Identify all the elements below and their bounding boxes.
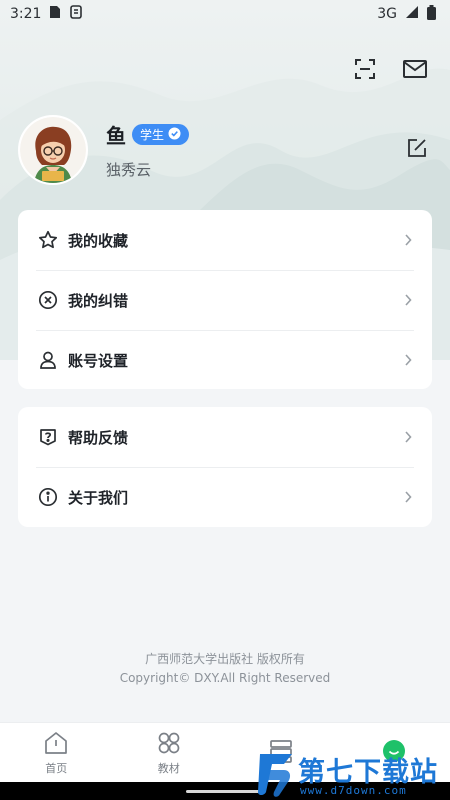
nav-tab-label: 教材 bbox=[157, 761, 180, 775]
mail-icon bbox=[403, 59, 427, 83]
home-icon bbox=[43, 730, 69, 756]
copyright-line-1: 广西师范大学出版社 版权所有 bbox=[145, 652, 305, 666]
profile-info: 鱼 学生 独秀云 bbox=[106, 120, 404, 180]
menu-card-primary: 我的收藏 我的纠错 账号设置 bbox=[18, 210, 432, 389]
signal-icon bbox=[405, 5, 419, 23]
menu-item-help-feedback[interactable]: 帮助反馈 bbox=[18, 407, 432, 467]
status-bar: 3:21 3G bbox=[0, 0, 450, 28]
star-icon bbox=[38, 230, 58, 250]
nav-tab-label: 首页 bbox=[45, 761, 68, 775]
role-badge: 学生 bbox=[132, 124, 190, 145]
nav-tab-textbooks[interactable]: 教材 bbox=[113, 723, 226, 782]
top-actions bbox=[352, 58, 428, 84]
textbook-icon bbox=[156, 730, 182, 756]
watermark: 第七下载站 www.d7down.com bbox=[254, 748, 448, 800]
edit-icon bbox=[407, 138, 427, 162]
menu-item-label: 我的收藏 bbox=[68, 231, 129, 250]
battery-icon bbox=[427, 4, 436, 24]
chevron-right-icon bbox=[402, 491, 414, 503]
chevron-right-icon bbox=[402, 354, 414, 366]
menu-item-favorites[interactable]: 我的收藏 bbox=[18, 210, 432, 270]
messages-button[interactable] bbox=[402, 58, 428, 84]
chevron-right-icon bbox=[402, 431, 414, 443]
profile-section: 鱼 学生 独秀云 bbox=[18, 114, 432, 186]
app-notification-icon bbox=[69, 5, 83, 23]
scan-button[interactable] bbox=[352, 58, 378, 84]
avatar[interactable] bbox=[18, 115, 88, 185]
scan-icon bbox=[354, 58, 376, 84]
sim-card-icon bbox=[49, 5, 61, 23]
status-time: 3:21 bbox=[10, 6, 42, 22]
error-circle-icon bbox=[38, 290, 58, 310]
role-badge-label: 学生 bbox=[140, 128, 165, 142]
user-name: 鱼 bbox=[106, 124, 126, 148]
home-indicator[interactable] bbox=[186, 790, 264, 793]
copyright-line-2: Copyright© DXY.All Right Reserved bbox=[119, 671, 331, 685]
edit-profile-button[interactable] bbox=[404, 137, 430, 163]
school-name: 独秀云 bbox=[106, 161, 152, 179]
network-type: 3G bbox=[377, 6, 397, 22]
menu-card-secondary: 帮助反馈 关于我们 bbox=[18, 407, 432, 527]
name-row: 鱼 学生 bbox=[106, 120, 404, 149]
chevron-right-icon bbox=[402, 234, 414, 246]
menu-item-label: 账号设置 bbox=[68, 351, 129, 370]
verified-icon bbox=[168, 127, 181, 143]
watermark-url: www.d7down.com bbox=[300, 784, 407, 797]
chevron-right-icon bbox=[402, 294, 414, 306]
watermark-logo-icon bbox=[258, 754, 292, 797]
menu-item-corrections[interactable]: 我的纠错 bbox=[18, 270, 432, 330]
menu-item-label: 我的纠错 bbox=[68, 291, 129, 310]
menu-item-about-us[interactable]: 关于我们 bbox=[18, 467, 432, 527]
menu-item-account-settings[interactable]: 账号设置 bbox=[18, 330, 432, 390]
copyright: 广西师范大学出版社 版权所有 Copyright© DXY.All Right … bbox=[0, 650, 450, 688]
avatar-illustration-icon bbox=[20, 117, 86, 183]
user-icon bbox=[38, 350, 58, 370]
menu-item-label: 关于我们 bbox=[68, 488, 129, 507]
menu-item-label: 帮助反馈 bbox=[68, 428, 129, 447]
info-icon bbox=[38, 487, 58, 507]
nav-tab-home[interactable]: 首页 bbox=[0, 723, 113, 782]
help-icon bbox=[38, 427, 58, 447]
